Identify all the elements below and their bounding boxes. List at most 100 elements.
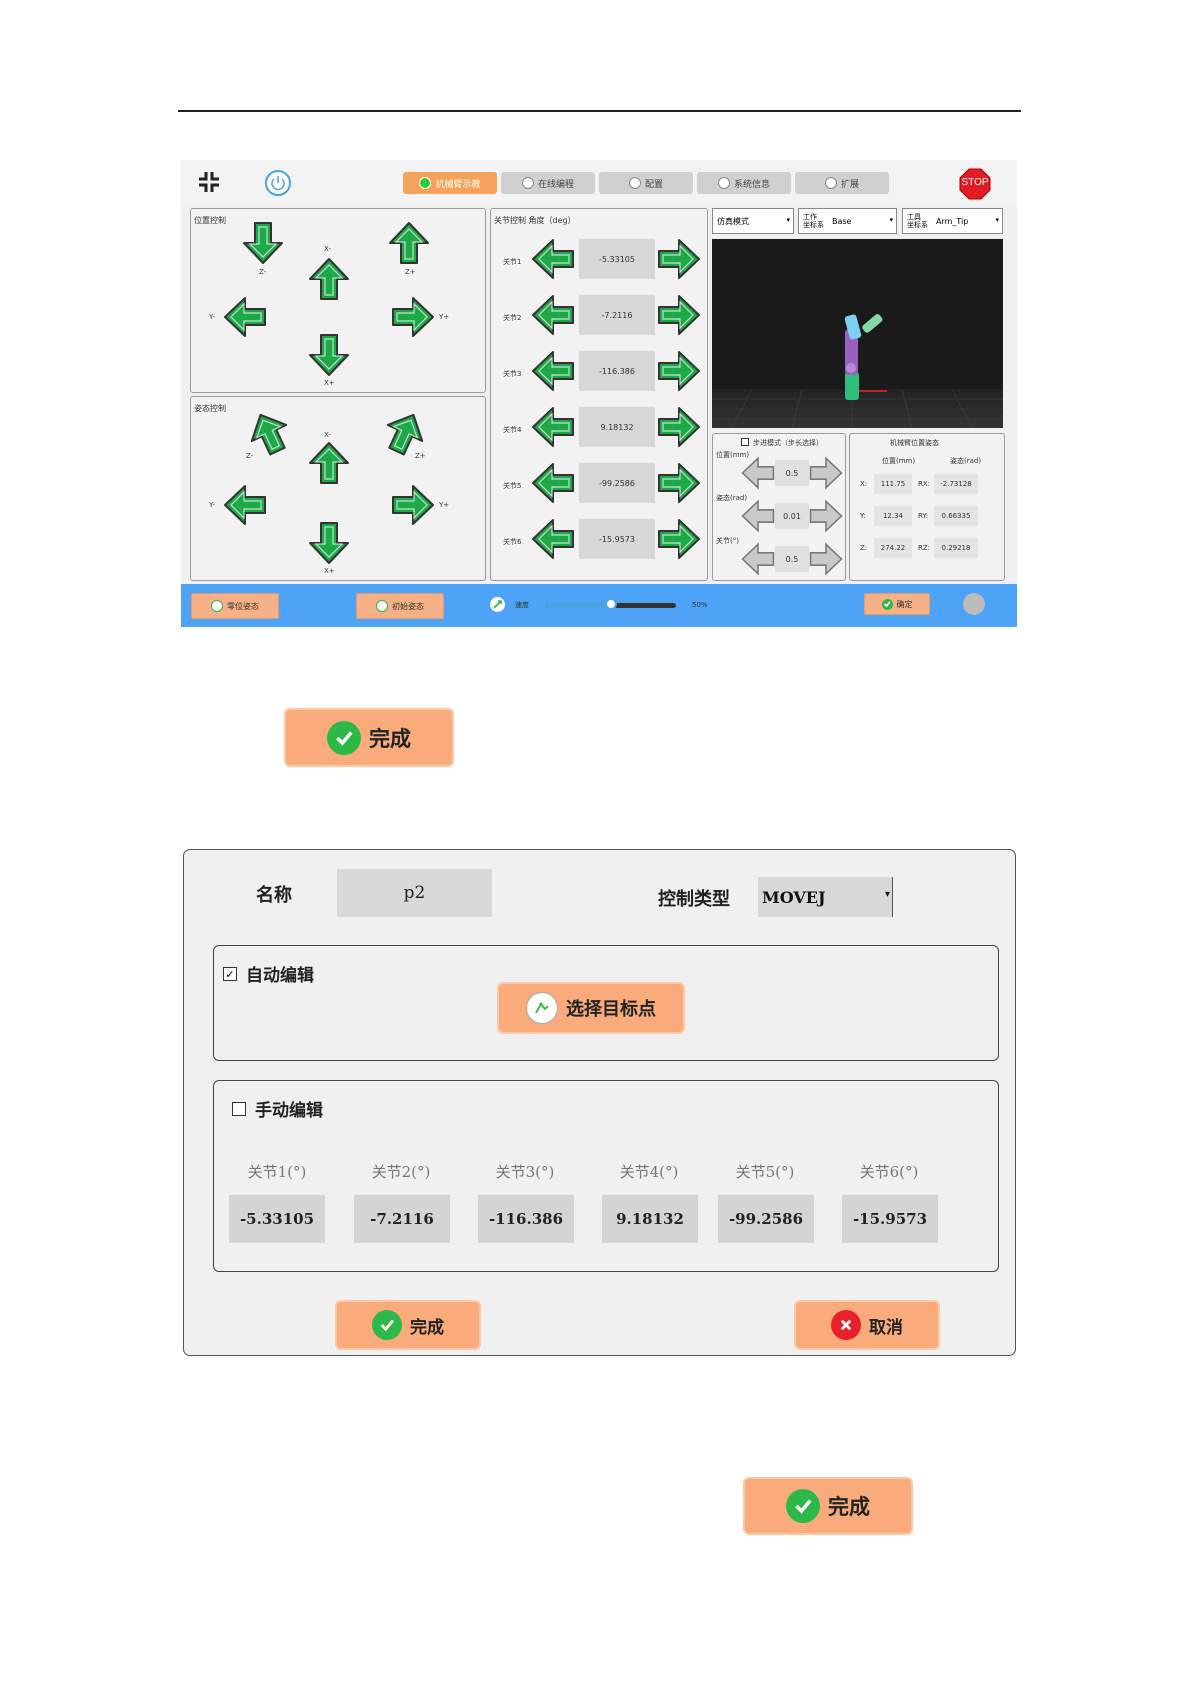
joint-3-value: -116.386	[579, 351, 655, 391]
dialog-cancel-button[interactable]: 取消	[796, 1302, 938, 1348]
joint-3-increase-arrow-icon[interactable]	[657, 349, 701, 393]
power-icon[interactable]	[264, 169, 292, 197]
axis-label: Z-	[259, 268, 267, 276]
joint-label: 关节1	[503, 258, 522, 266]
zero-pose-button[interactable]: 零位姿态	[191, 593, 279, 619]
pose-position-value: 111.75	[874, 474, 912, 494]
axis-label: Y+	[439, 501, 450, 509]
tab-online-programming[interactable]: 在线编程	[501, 172, 595, 194]
group-title: 步进模式（步长选择）	[753, 439, 823, 447]
manual-joint-value[interactable]: -7.2116	[354, 1195, 450, 1243]
step-increase-arrow-icon[interactable]	[809, 456, 843, 490]
tab-icon	[717, 177, 730, 189]
teach-panel: 机械臂示教 在线编程 配置 系统信息 扩展 STOP 位置控制 Z- X- Z+…	[181, 160, 1017, 627]
att-x-plus-arrow-icon[interactable]	[307, 521, 351, 565]
init-pose-button[interactable]: 初始姿态	[356, 593, 444, 619]
step-decrease-arrow-icon[interactable]	[741, 499, 775, 533]
manual-joint-value[interactable]: -5.33105	[229, 1195, 325, 1243]
joint-2-increase-arrow-icon[interactable]	[657, 293, 701, 337]
att-y-plus-arrow-icon[interactable]	[391, 483, 435, 527]
speed-slider[interactable]	[546, 598, 676, 610]
axis-label: Y-	[209, 313, 215, 321]
speed-slider-handle[interactable]	[605, 598, 617, 610]
speed-label: 速度	[515, 601, 529, 609]
manual-joint-label: 关节2(°)	[371, 1163, 431, 1181]
manual-joint-label: 关节1(°)	[247, 1163, 307, 1181]
manual-joint-value[interactable]: -15.9573	[842, 1195, 938, 1243]
arm-pose-group: 机械臂位置姿态 位置(mm) 姿态(rad) X: 111.75 RX: -2.…	[849, 433, 1005, 581]
control-type-select[interactable]: MOVEJ ▾	[758, 877, 893, 917]
collapse-icon[interactable]	[197, 170, 221, 194]
pos-x-minus-arrow-icon[interactable]	[307, 257, 351, 301]
tab-extension[interactable]: 扩展	[795, 172, 889, 194]
dialog-done-button[interactable]: 完成	[337, 1302, 479, 1348]
manual-joint-label: 关节6(°)	[859, 1163, 919, 1181]
step-mode-checkbox[interactable]	[741, 438, 749, 446]
chevron-down-icon: ▾	[884, 889, 890, 900]
pose-axis-label: Z:	[860, 544, 868, 552]
axis-label: Y+	[439, 313, 450, 321]
axis-label: Z+	[405, 268, 416, 276]
tab-config[interactable]: 配置	[599, 172, 693, 194]
joint-1-decrease-arrow-icon[interactable]	[531, 237, 575, 281]
joint-5-increase-arrow-icon[interactable]	[657, 461, 701, 505]
work-frame-select[interactable]: 工作 坐标系 Base ▾	[798, 208, 897, 234]
confirm-button[interactable]: 确定	[864, 593, 930, 615]
joint-1-increase-arrow-icon[interactable]	[657, 237, 701, 281]
tab-arm-teach[interactable]: 机械臂示教	[403, 172, 497, 194]
pose-rotation-value: -2.73128	[934, 474, 978, 494]
done-button-1[interactable]: 完成	[286, 710, 452, 765]
group-title: 姿态控制	[194, 404, 226, 413]
joint-2-decrease-arrow-icon[interactable]	[531, 293, 575, 337]
pose-rot-axis-label: RY:	[918, 512, 929, 520]
att-y-minus-arrow-icon[interactable]	[223, 483, 267, 527]
pos-y-plus-arrow-icon[interactable]	[391, 295, 435, 339]
axis-label: Y-	[209, 501, 215, 509]
step-value[interactable]: 0.5	[775, 460, 809, 486]
auto-edit-checkbox[interactable]: ✓	[223, 967, 237, 981]
tool-frame-select[interactable]: 工具 坐标系 Arm_Tip ▾	[902, 208, 1003, 234]
joint-6-increase-arrow-icon[interactable]	[657, 517, 701, 561]
step-increase-arrow-icon[interactable]	[809, 542, 843, 576]
step-value[interactable]: 0.5	[775, 546, 809, 572]
manual-joint-value[interactable]: -116.386	[478, 1195, 574, 1243]
robot-arm-render	[712, 314, 1003, 429]
done-button-2[interactable]: 完成	[745, 1479, 911, 1533]
pos-y-minus-arrow-icon[interactable]	[223, 295, 267, 339]
pos-x-plus-arrow-icon[interactable]	[307, 333, 351, 377]
stop-button[interactable]: STOP	[959, 168, 991, 200]
pos-z-minus-arrow-icon[interactable]	[241, 221, 285, 265]
arm-target-icon	[526, 992, 558, 1024]
joint-5-decrease-arrow-icon[interactable]	[531, 461, 575, 505]
name-field[interactable]: p2	[337, 869, 492, 917]
manual-joint-label: 关节3(°)	[495, 1163, 555, 1181]
att-x-minus-arrow-icon[interactable]	[307, 441, 351, 485]
tab-icon	[628, 177, 641, 189]
step-row-label: 关节(°)	[716, 537, 739, 545]
manual-joint-value[interactable]: -99.2586	[718, 1195, 814, 1243]
attitude-header: 姿态(rad)	[950, 457, 982, 465]
axis-label: X+	[324, 379, 335, 387]
mode-select[interactable]: 仿真模式 ▾	[712, 208, 794, 234]
joint-label: 关节2	[503, 314, 522, 322]
pose-rot-axis-label: RX:	[918, 480, 931, 488]
chevron-down-icon: ▾	[786, 216, 790, 224]
joint-6-decrease-arrow-icon[interactable]	[531, 517, 575, 561]
step-value[interactable]: 0.01	[775, 503, 809, 529]
joint-4-decrease-arrow-icon[interactable]	[531, 405, 575, 449]
tab-system-info[interactable]: 系统信息	[697, 172, 791, 194]
check-icon	[786, 1489, 820, 1523]
select-target-button[interactable]: 选择目标点	[499, 984, 683, 1032]
auto-edit-group: ✓ 自动编辑 选择目标点	[213, 945, 999, 1061]
step-increase-arrow-icon[interactable]	[809, 499, 843, 533]
checkmark-icon: ✓	[225, 967, 235, 981]
close-icon	[831, 1310, 861, 1340]
step-decrease-arrow-icon[interactable]	[741, 456, 775, 490]
manual-joint-value[interactable]: 9.18132	[602, 1195, 698, 1243]
manual-edit-checkbox[interactable]	[232, 1102, 246, 1116]
step-decrease-arrow-icon[interactable]	[741, 542, 775, 576]
joint-4-increase-arrow-icon[interactable]	[657, 405, 701, 449]
joint-3-decrease-arrow-icon[interactable]	[531, 349, 575, 393]
pos-z-plus-arrow-icon[interactable]	[387, 221, 431, 265]
robot-3d-viewport[interactable]	[712, 239, 1003, 429]
